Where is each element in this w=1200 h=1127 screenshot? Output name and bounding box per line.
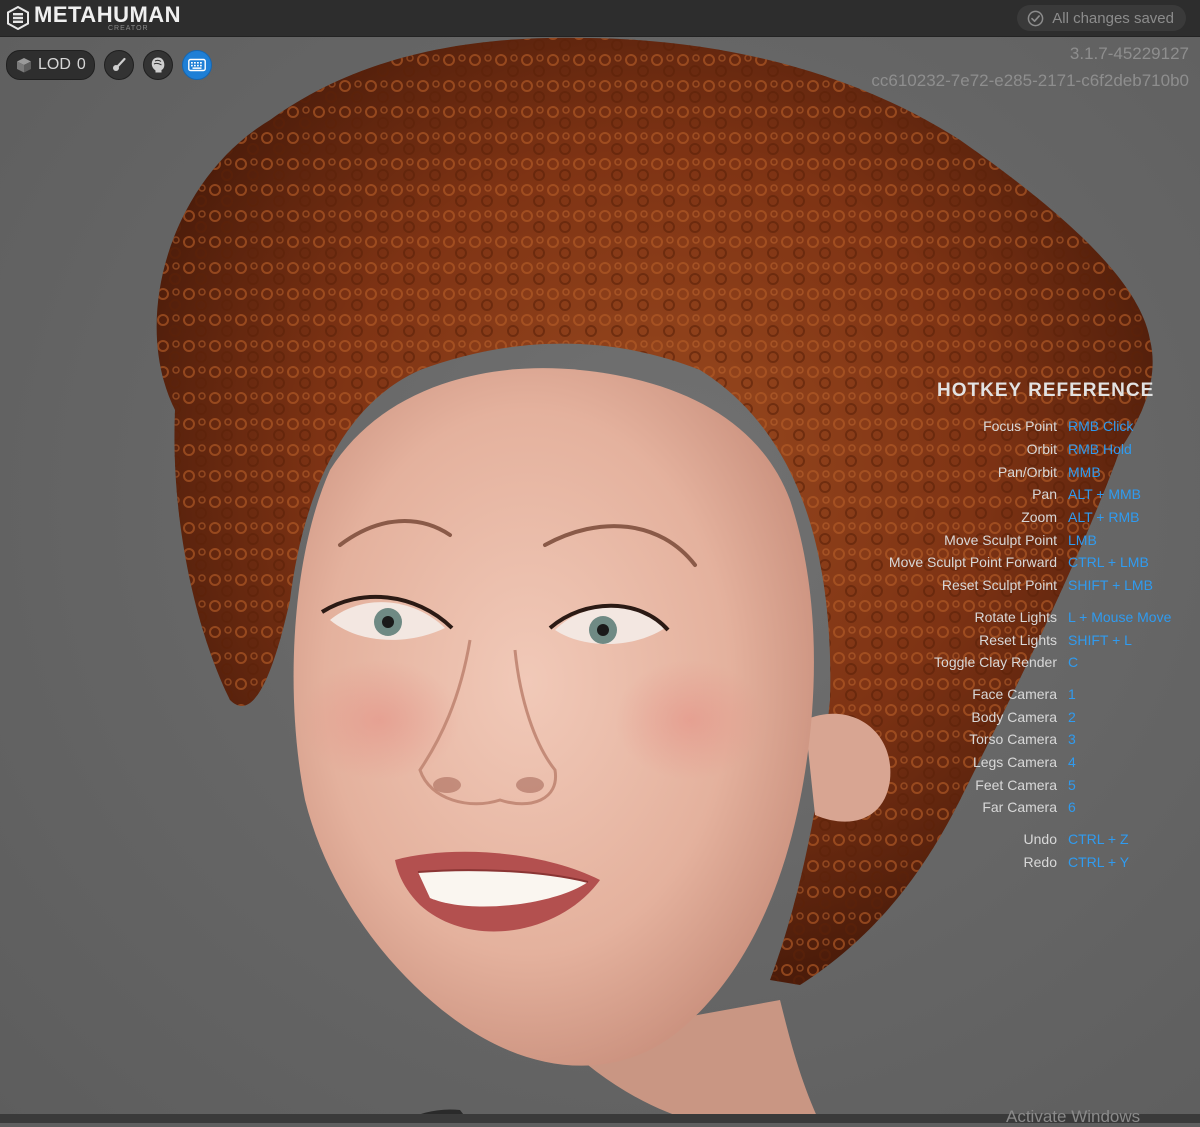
hotkey-key: CTRL + Z [1068, 831, 1129, 848]
hotkey-key: SHIFT + LMB [1068, 577, 1153, 594]
hotkey-row: Face Camera 1 [880, 683, 1200, 706]
hotkey-row: Torso Camera 3 [880, 728, 1200, 751]
hotkey-action: Face Camera [972, 685, 1057, 702]
hotkey-action: Reset Sculpt Point [941, 577, 1057, 594]
hotkey-action: Move Sculpt Point [944, 531, 1057, 548]
hotkey-row: Move Sculpt Point LMB [880, 528, 1200, 551]
hotkey-action: Focus Point [983, 418, 1057, 435]
hotkey-key: 3 [1068, 731, 1076, 748]
lod-selector[interactable]: LOD 0 [6, 50, 95, 80]
hotkey-row: Move Sculpt Point Forward CTRL + LMB [880, 551, 1200, 574]
hotkey-key: RMB Click [1068, 418, 1134, 435]
lod-value: 0 [76, 56, 86, 73]
hotkey-key: L + Mouse Move [1068, 608, 1172, 625]
save-status-text: All changes saved [1052, 9, 1174, 27]
hotkey-action: Pan [1032, 486, 1057, 503]
hotkey-row: Rotate Lights L + Mouse Move [880, 606, 1200, 629]
hotkey-key: ALT + RMB [1068, 509, 1140, 526]
hotkey-row: Orbit RMB Hold [880, 438, 1200, 461]
hotkey-row: Legs Camera 4 [880, 751, 1200, 774]
head-icon [151, 57, 165, 73]
hotkey-key: 2 [1068, 708, 1076, 725]
hotkeys-toggle-button[interactable] [181, 50, 212, 80]
top-bar: METAHUMAN CREATOR All changes saved [0, 0, 1200, 37]
hotkey-row: Focus Point RMB Click [880, 415, 1200, 438]
hotkey-group-lighting: Rotate Lights L + Mouse Move Reset Lights… [880, 606, 1200, 674]
hotkey-action: Zoom [1021, 509, 1057, 526]
hotkey-row: Pan/Orbit MMB [880, 460, 1200, 483]
brush-icon [112, 57, 126, 71]
check-circle-icon [1027, 10, 1044, 26]
hotkey-key: 4 [1068, 753, 1076, 770]
save-status-badge: All changes saved [1017, 5, 1186, 31]
hotkey-row: Toggle Clay Render C [880, 651, 1200, 674]
hotkey-group-cameras: Face Camera 1 Body Camera 2 Torso Camera 3 … [880, 683, 1200, 819]
keyboard-icon [187, 58, 206, 72]
hotkey-key: LMB [1068, 531, 1097, 548]
hotkey-reference-title: HOTKEY REFERENCE [937, 380, 1155, 401]
hotkey-action: Feet Camera [975, 776, 1057, 793]
lod-label: LOD [38, 56, 71, 73]
hotkey-action: Body Camera [971, 708, 1057, 725]
hotkey-row: Feet Camera 5 [880, 773, 1200, 796]
hotkey-action: Pan/Orbit [997, 463, 1057, 480]
hotkey-key: CTRL + Y [1068, 853, 1130, 870]
hotkey-key: RMB Hold [1068, 441, 1132, 458]
activate-windows-watermark: Activate Windows [1006, 1107, 1141, 1126]
brand-name: METAHUMAN [34, 2, 182, 27]
hotkey-action: Rotate Lights [974, 608, 1058, 625]
lighting-button[interactable] [103, 50, 134, 80]
hotkey-row: Far Camera 6 [880, 796, 1200, 819]
hotkey-row: Redo CTRL + Y [880, 850, 1200, 873]
hotkey-row: Body Camera 2 [880, 705, 1200, 728]
version-number: 3.1.7-45229127 [1069, 44, 1189, 63]
cube-icon [17, 58, 31, 73]
hotkey-group-history: Undo CTRL + Z Redo CTRL + Y [880, 828, 1200, 873]
hotkey-row: Reset Lights SHIFT + L [880, 628, 1200, 651]
hotkey-key: 5 [1068, 776, 1076, 793]
hotkey-row: Zoom ALT + RMB [880, 506, 1200, 529]
hotkey-key: 1 [1068, 685, 1076, 702]
brand-subtitle: CREATOR [108, 25, 149, 32]
hotkey-list: Focus Point RMB Click Orbit RMB Hold Pan/O… [880, 415, 1200, 882]
hotkey-action: Torso Camera [969, 731, 1057, 748]
hotkey-action: Reset Lights [979, 631, 1057, 648]
hotkey-key: CTRL + LMB [1068, 554, 1149, 571]
hotkey-action: Redo [1023, 853, 1057, 870]
version-hash: cc610232-7e72-e285-2171-c6f2deb710b0 [871, 71, 1189, 90]
hotkey-row: Reset Sculpt Point SHIFT + LMB [880, 574, 1200, 597]
hotkey-key: C [1068, 654, 1079, 671]
hotkey-action: Move Sculpt Point Forward [888, 554, 1057, 571]
metahuman-logo-icon [7, 6, 29, 30]
hotkey-key: SHIFT + L [1068, 631, 1132, 648]
hotkey-row: Undo CTRL + Z [880, 828, 1200, 851]
hotkey-group-navigation: Focus Point RMB Click Orbit RMB Hold Pan/O… [880, 415, 1200, 597]
render-mode-button[interactable] [142, 50, 173, 80]
hotkey-key: MMB [1068, 463, 1101, 480]
hotkey-key: ALT + MMB [1068, 486, 1142, 503]
hotkey-action: Far Camera [982, 799, 1057, 816]
viewport-toolbar: LOD 0 [6, 50, 212, 80]
hotkey-action: Orbit [1026, 441, 1057, 458]
hotkey-action: Undo [1023, 831, 1057, 848]
hotkey-row: Pan ALT + MMB [880, 483, 1200, 506]
hotkey-action: Legs Camera [972, 753, 1057, 770]
version-info: 3.1.7-45229127 cc610232-7e72-e285-2171-c… [871, 40, 1189, 94]
hotkey-action: Toggle Clay Render [934, 654, 1057, 671]
brand-logo: METAHUMAN CREATOR [6, 4, 181, 32]
hotkey-key: 6 [1068, 799, 1076, 816]
